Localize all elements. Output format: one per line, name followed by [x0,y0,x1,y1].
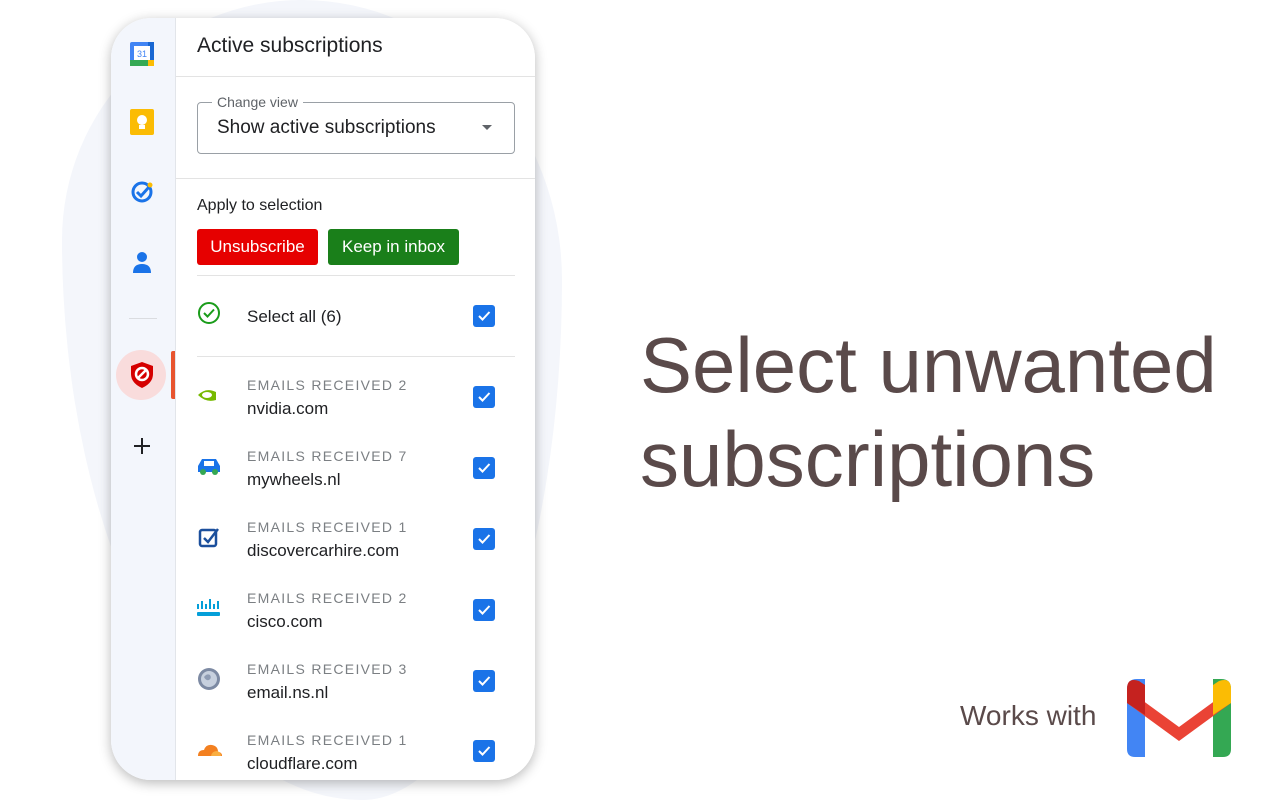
keep-in-inbox-button[interactable]: Keep in inbox [328,229,459,265]
side-app-rail: 31 [111,18,176,780]
subscription-domain: cisco.com [247,612,323,631]
subscription-checkbox[interactable] [473,740,495,762]
cisco-logo-icon [195,596,223,620]
divider [176,178,535,179]
promo-headline-line-1: Select unwanted [640,321,1217,409]
subscription-domain: cloudflare.com [247,754,358,773]
divider [176,76,535,77]
gmail-logo-icon [1127,679,1231,757]
check-circle-icon [195,301,223,325]
subscription-domain: email.ns.nl [247,683,329,702]
emails-received-count: EMAILS RECEIVED 2 [247,590,408,606]
subscriptions-panel: Active subscriptions Change view Show ac… [176,18,535,780]
calendar-icon[interactable]: 31 [126,38,158,70]
subscription-checkbox[interactable] [473,528,495,550]
promo-headline-line-2: subscriptions [640,415,1096,503]
panel-title: Active subscriptions [197,34,383,57]
change-view-label: Change view [212,94,303,110]
unsubscribe-button[interactable]: Unsubscribe [197,229,318,265]
apply-selection-label: Apply to selection [197,197,323,214]
tasks-icon[interactable] [126,176,158,208]
caret-down-icon [482,125,492,130]
subscription-checkbox[interactable] [473,599,495,621]
select-all-label: Select all (6) [247,307,342,326]
active-app-indicator [171,351,175,399]
divider [197,356,515,357]
subscription-checkbox[interactable] [473,457,495,479]
nvidia-logo-icon [195,383,223,407]
emails-received-count: EMAILS RECEIVED 1 [247,732,408,748]
rail-divider [129,318,157,319]
add-icon[interactable] [126,430,158,462]
subscription-domain: mywheels.nl [247,470,341,489]
works-with-label: Works with [960,700,1097,731]
change-view-value: Show active subscriptions [217,117,436,138]
emails-received-count: EMAILS RECEIVED 1 [247,519,408,535]
subscription-domain: nvidia.com [247,399,329,418]
keep-notes-icon[interactable] [126,106,158,138]
promo-headline: Select unwanted subscriptions [640,318,1260,506]
globe-icon [195,667,223,691]
calendar-day-text: 31 [137,49,147,59]
check-square-icon [195,525,223,549]
emails-received-count: EMAILS RECEIVED 2 [247,377,408,393]
emails-received-count: EMAILS RECEIVED 3 [247,661,408,677]
contacts-icon[interactable] [126,247,158,279]
emails-received-count: EMAILS RECEIVED 7 [247,448,408,464]
car-icon [195,454,223,478]
cloud-icon [195,738,223,762]
subscription-checkbox[interactable] [473,386,495,408]
subscription-domain: discovercarhire.com [247,541,400,560]
divider [197,275,515,276]
change-view-select[interactable]: Change view Show active subscriptions [197,94,515,154]
subscription-checkbox[interactable] [473,670,495,692]
extension-window: 31 Active subscriptions Change view Show… [111,18,535,780]
select-all-checkbox[interactable] [473,305,495,327]
subscription-shield-icon[interactable] [126,359,158,391]
